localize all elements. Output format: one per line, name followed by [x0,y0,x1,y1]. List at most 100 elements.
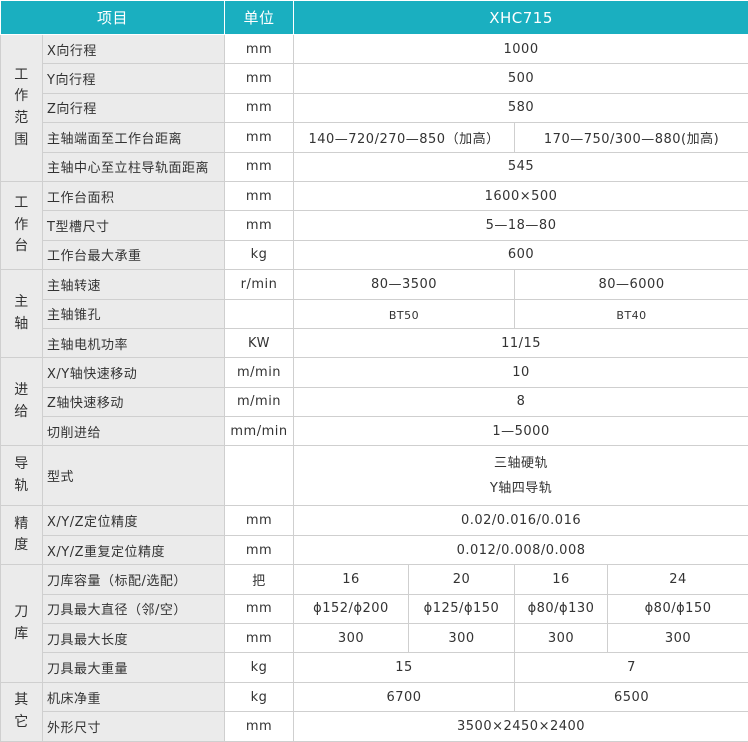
header-row: 项目 单位 XHC715 [1,1,748,35]
row-value: 11/15 [294,328,748,357]
group-precision: 精 度 [1,506,43,565]
table-row: 其 它 机床净重 kg 6700 6500 [1,682,748,711]
row-label: Z向行程 [43,93,225,122]
row-unit: mm/min [225,417,294,446]
row-value-1: 300 [294,624,409,653]
row-label: 外形尺寸 [43,712,225,741]
table-row: 刀具最大直径（邻/空） mm ϕ152/ϕ200 ϕ125/ϕ150 ϕ80/ϕ… [1,594,748,623]
group-work-range: 工 作 范 围 [1,35,43,182]
row-value-3: 300 [515,624,608,653]
table-row: 工 作 范 围 X向行程 mm 1000 [1,35,748,64]
table-row: 导 轨 型式 三轴硬轨 Y轴四导轨 [1,446,748,506]
row-value-4: ϕ80/ϕ150 [608,594,748,623]
row-value-1: ϕ152/ϕ200 [294,594,409,623]
table-row: Y向行程 mm 500 [1,64,748,93]
table-row: 主轴电机功率 KW 11/15 [1,328,748,357]
table-row: 切削进给 mm/min 1—5000 [1,417,748,446]
row-unit: mm [225,64,294,93]
row-value: 1600×500 [294,181,748,210]
row-value-b: 6500 [515,682,748,711]
row-value-4: 300 [608,624,748,653]
group-worktable: 工 作 台 [1,181,43,269]
row-value-2: ϕ125/ϕ150 [409,594,515,623]
row-unit: kg [225,682,294,711]
row-unit: 把 [225,565,294,594]
row-value: 0.012/0.008/0.008 [294,535,748,564]
row-value: 1000 [294,35,748,64]
row-value: 580 [294,93,748,122]
group-other: 其 它 [1,682,43,741]
row-value: 1—5000 [294,417,748,446]
table-row: 主轴端面至工作台距离 mm 140—720/270—850（加高） 170—75… [1,123,748,152]
row-value: 8 [294,387,748,416]
row-unit: r/min [225,270,294,299]
table-row: T型槽尺寸 mm 5—18—80 [1,211,748,240]
row-value: 3500×2450×2400 [294,712,748,741]
table-row: 主轴锥孔 BT50 BT40 [1,299,748,328]
table-row: X/Y/Z重复定位精度 mm 0.012/0.008/0.008 [1,535,748,564]
row-unit: mm [225,624,294,653]
row-unit: kg [225,240,294,269]
row-label: 主轴中心至立柱导轨面距离 [43,152,225,181]
table-row: 刀具最大重量 kg 15 7 [1,653,748,682]
row-value: 5—18—80 [294,211,748,240]
table-row: 工 作 台 工作台面积 mm 1600×500 [1,181,748,210]
table-row: 刀具最大长度 mm 300 300 300 300 [1,624,748,653]
table-row: 刀 库 刀库容量（标配/选配） 把 16 20 16 24 [1,565,748,594]
row-label: Y向行程 [43,64,225,93]
row-value-a: 80—3500 [294,270,515,299]
table-row: 进 给 X/Y轴快速移动 m/min 10 [1,358,748,387]
row-value: 600 [294,240,748,269]
row-unit: mm [225,712,294,741]
row-unit: mm [225,93,294,122]
row-value-b: 80—6000 [515,270,748,299]
row-value: 三轴硬轨 Y轴四导轨 [294,446,748,506]
row-label: 型式 [43,446,225,506]
table-row: 工作台最大承重 kg 600 [1,240,748,269]
row-unit: mm [225,594,294,623]
row-value-a: BT50 [294,299,515,328]
row-value-2: 20 [409,565,515,594]
table-row: 精 度 X/Y/Z定位精度 mm 0.02/0.016/0.016 [1,506,748,535]
row-value-a: 15 [294,653,515,682]
row-unit: mm [225,123,294,152]
row-value: 545 [294,152,748,181]
spec-table: 项目 单位 XHC715 工 作 范 围 X向行程 mm 1000 Y向行程 m… [0,0,748,742]
row-label: 主轴锥孔 [43,299,225,328]
row-value-a: 140—720/270—850（加高） [294,123,515,152]
row-label: 刀库容量（标配/选配） [43,565,225,594]
table-row: Z向行程 mm 580 [1,93,748,122]
row-value-line2: Y轴四导轨 [294,476,748,501]
table-row: 外形尺寸 mm 3500×2450×2400 [1,712,748,741]
row-label: 工作台最大承重 [43,240,225,269]
row-value-2: 300 [409,624,515,653]
row-unit: mm [225,211,294,240]
group-magazine: 刀 库 [1,565,43,683]
row-unit: kg [225,653,294,682]
row-unit: m/min [225,387,294,416]
row-label: 刀具最大长度 [43,624,225,653]
table-row: 主轴中心至立柱导轨面距离 mm 545 [1,152,748,181]
row-value: 500 [294,64,748,93]
group-guide: 导 轨 [1,446,43,506]
row-label: 机床净重 [43,682,225,711]
row-label: T型槽尺寸 [43,211,225,240]
row-unit: mm [225,35,294,64]
header-model: XHC715 [294,1,748,35]
row-value-3: 16 [515,565,608,594]
row-label: 工作台面积 [43,181,225,210]
row-value-line1: 三轴硬轨 [294,451,748,476]
row-label: 刀具最大重量 [43,653,225,682]
row-unit: KW [225,328,294,357]
row-label: X向行程 [43,35,225,64]
row-value-b: 7 [515,653,748,682]
row-label: 主轴端面至工作台距离 [43,123,225,152]
group-spindle: 主 轴 [1,270,43,358]
row-label: X/Y/Z定位精度 [43,506,225,535]
row-label: 主轴转速 [43,270,225,299]
row-value-3: ϕ80/ϕ130 [515,594,608,623]
row-label: X/Y轴快速移动 [43,358,225,387]
row-label: 主轴电机功率 [43,328,225,357]
row-value-b: 170—750/300—880(加高) [515,123,748,152]
row-unit [225,299,294,328]
